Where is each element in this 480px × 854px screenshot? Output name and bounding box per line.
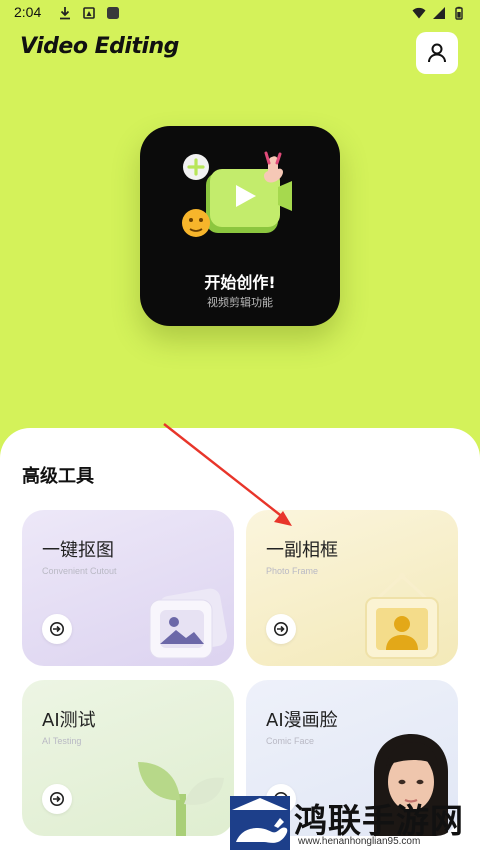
- watermark-url: www.henanhonglian95.com: [298, 836, 421, 847]
- watermark-logo: [230, 796, 290, 850]
- hero-subtitle: 视频剪辑功能: [207, 296, 273, 309]
- video-camera-illustration: [182, 151, 292, 237]
- tool-subtitle: Comic Face: [266, 736, 315, 746]
- tools-sheet: 高级工具 一键抠图 Convenient Cutout 一副相框 Photo F…: [0, 428, 480, 854]
- tool-title: 一键抠图: [42, 540, 114, 561]
- tool-go-button[interactable]: [42, 784, 72, 814]
- watermark: 鸿联手游网 www.henanhonglian95.com: [230, 792, 480, 854]
- status-icons-left: [58, 6, 120, 20]
- wifi-icon: [412, 7, 426, 19]
- section-title: 高级工具: [22, 466, 94, 487]
- tool-card-ai-testing[interactable]: AI测试 AI Testing: [22, 680, 234, 836]
- hero-title: 开始创作!: [204, 273, 276, 292]
- photo-frame-illustration: [365, 573, 439, 659]
- tool-title: AI漫画脸: [266, 710, 338, 731]
- storage-icon: [83, 7, 95, 19]
- arrow-enter-icon: [50, 792, 64, 806]
- tool-subtitle: AI Testing: [42, 736, 82, 746]
- tool-subtitle: Photo Frame: [266, 566, 319, 576]
- battery-icon: [455, 6, 463, 20]
- image-cutout-illustration: [149, 588, 227, 659]
- status-icons-right: [412, 6, 466, 20]
- tool-subtitle: Convenient Cutout: [42, 566, 117, 576]
- tool-go-button[interactable]: [266, 614, 296, 644]
- sprout-illustration: [138, 762, 224, 836]
- arrow-enter-icon: [274, 622, 288, 636]
- tool-go-button[interactable]: [42, 614, 72, 644]
- person-icon: [428, 43, 446, 63]
- watermark-text: 鸿联手游网: [294, 801, 464, 840]
- status-time: 2:04: [14, 4, 42, 20]
- tool-title: 一副相框: [266, 540, 338, 561]
- tool-title: AI测试: [42, 710, 96, 731]
- arrow-enter-icon: [50, 622, 64, 636]
- tool-card-cutout[interactable]: 一键抠图 Convenient Cutout: [22, 510, 234, 666]
- app-title: Video Editing: [20, 34, 179, 59]
- status-bar: 2:04: [0, 0, 480, 26]
- signal-icon: [433, 7, 445, 19]
- download-icon: [60, 7, 70, 20]
- start-create-card[interactable]: 开始创作! 视频剪辑功能: [140, 126, 340, 326]
- tool-card-photo-frame[interactable]: 一副相框 Photo Frame: [246, 510, 458, 666]
- app-square-icon: [107, 7, 119, 19]
- profile-button[interactable]: [416, 32, 458, 74]
